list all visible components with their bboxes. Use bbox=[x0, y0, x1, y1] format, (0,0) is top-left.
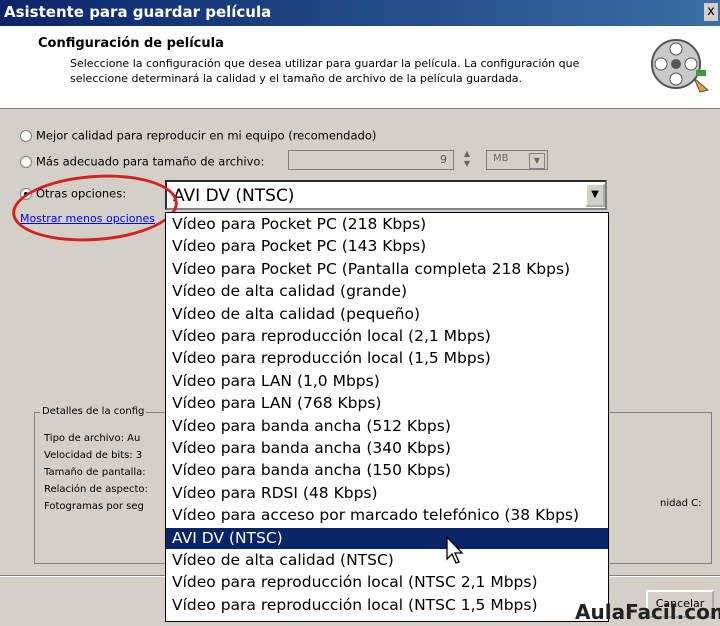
show-less-options-link[interactable]: Mostrar menos opciones bbox=[20, 212, 155, 225]
dropdown-option[interactable]: Vídeo de alta calidad (pequeño) bbox=[166, 304, 608, 325]
size-unit-value: MB bbox=[493, 153, 509, 164]
dropdown-option[interactable]: Vídeo para Pocket PC (218 Kbps) bbox=[166, 214, 608, 235]
detail-drive: nidad C: bbox=[660, 498, 702, 509]
watermark: AulaFacil.com bbox=[575, 600, 720, 624]
header-description: Seleccione la configuración que desea ut… bbox=[70, 57, 580, 85]
detail-aspect-ratio: Relación de aspecto: bbox=[44, 484, 148, 495]
dropdown-option[interactable]: Vídeo para banda ancha (150 Kbps) bbox=[166, 460, 608, 481]
dropdown-option[interactable]: Vídeo para Pocket PC (Pantalla completa … bbox=[166, 259, 608, 280]
window-title: Asistente para guardar película bbox=[4, 3, 272, 21]
film-reel-icon bbox=[651, 39, 710, 93]
dropdown-option[interactable]: Vídeo para reproducción local (1,5 Mbps) bbox=[166, 348, 608, 369]
size-spinner[interactable]: ▲ ▼ bbox=[458, 149, 476, 171]
close-button[interactable]: x bbox=[704, 3, 718, 21]
details-legend: Detalles de la config bbox=[40, 406, 147, 417]
option-best-quality[interactable]: Mejor calidad para reproducir en mi equi… bbox=[20, 128, 376, 143]
detail-bitrate: Velocidad de bits: 3 bbox=[44, 450, 143, 461]
radio-best-quality[interactable] bbox=[20, 129, 32, 142]
option-best-size[interactable]: Más adecuado para tamaño de archivo: bbox=[20, 154, 264, 169]
detail-fps: Fotogramas por seg bbox=[44, 501, 144, 512]
header-title: Configuración de película bbox=[38, 36, 224, 51]
dropdown-option[interactable]: AVI DV (NTSC) bbox=[166, 527, 608, 549]
wizard-header: Configuración de película Seleccione la … bbox=[0, 26, 720, 109]
radio-other[interactable] bbox=[20, 187, 32, 200]
dropdown-option[interactable]: Vídeo para banda ancha (512 Kbps) bbox=[166, 416, 608, 437]
dropdown-option[interactable]: Vídeo para reproducción local (2,1 Mbps) bbox=[166, 326, 608, 347]
option-other-label: Otras opciones: bbox=[36, 186, 127, 201]
highlight-oval bbox=[9, 169, 181, 247]
option-best-size-label: Más adecuado para tamaño de archivo: bbox=[36, 154, 265, 169]
size-input[interactable]: 9 bbox=[288, 150, 454, 170]
dropdown-option[interactable]: Vídeo para LAN (768 Kbps) bbox=[166, 393, 608, 414]
dropdown-option[interactable]: Vídeo de alta calidad (NTSC) bbox=[166, 550, 608, 571]
mouse-cursor-icon bbox=[446, 535, 464, 564]
dropdown-option[interactable]: Vídeo para reproducción local (NTSC 2,1 … bbox=[166, 572, 608, 593]
dropdown-arrow-icon[interactable]: ▼ bbox=[585, 183, 605, 207]
dropdown-option[interactable]: Vídeo para LAN (1,0 Mbps) bbox=[166, 371, 608, 392]
radio-best-size[interactable] bbox=[20, 155, 32, 168]
size-unit-select[interactable]: MB ▼ bbox=[486, 150, 548, 170]
chevron-down-icon: ▼ bbox=[529, 153, 545, 169]
detail-file-type: Tipo de archivo: Au bbox=[44, 433, 141, 444]
dropdown-option[interactable]: Vídeo para acceso por marcado telefónico… bbox=[166, 505, 608, 526]
dropdown-option[interactable]: Vídeo para banda ancha (340 Kbps) bbox=[166, 438, 608, 459]
dropdown-option[interactable]: Vídeo para RDSI (48 Kbps) bbox=[166, 483, 608, 504]
option-best-quality-label: Mejor calidad para reproducir en mi equi… bbox=[36, 128, 377, 143]
dropdown-option[interactable]: Vídeo de alta calidad (grande) bbox=[166, 281, 608, 302]
format-select[interactable]: AVI DV (NTSC) bbox=[165, 180, 607, 210]
format-dropdown-list[interactable]: Vídeo para Pocket PC (218 Kbps) Vídeo par… bbox=[165, 212, 609, 622]
title-bar: Asistente para guardar película x bbox=[0, 0, 720, 26]
option-other[interactable]: Otras opciones: bbox=[20, 186, 126, 201]
detail-screen-size: Tamaño de pantalla: bbox=[44, 467, 146, 478]
dropdown-option[interactable]: Vídeo para reproducción local (NTSC 1,5 … bbox=[166, 595, 608, 616]
dropdown-option[interactable]: Vídeo para Pocket PC (143 Kbps) bbox=[166, 236, 608, 257]
